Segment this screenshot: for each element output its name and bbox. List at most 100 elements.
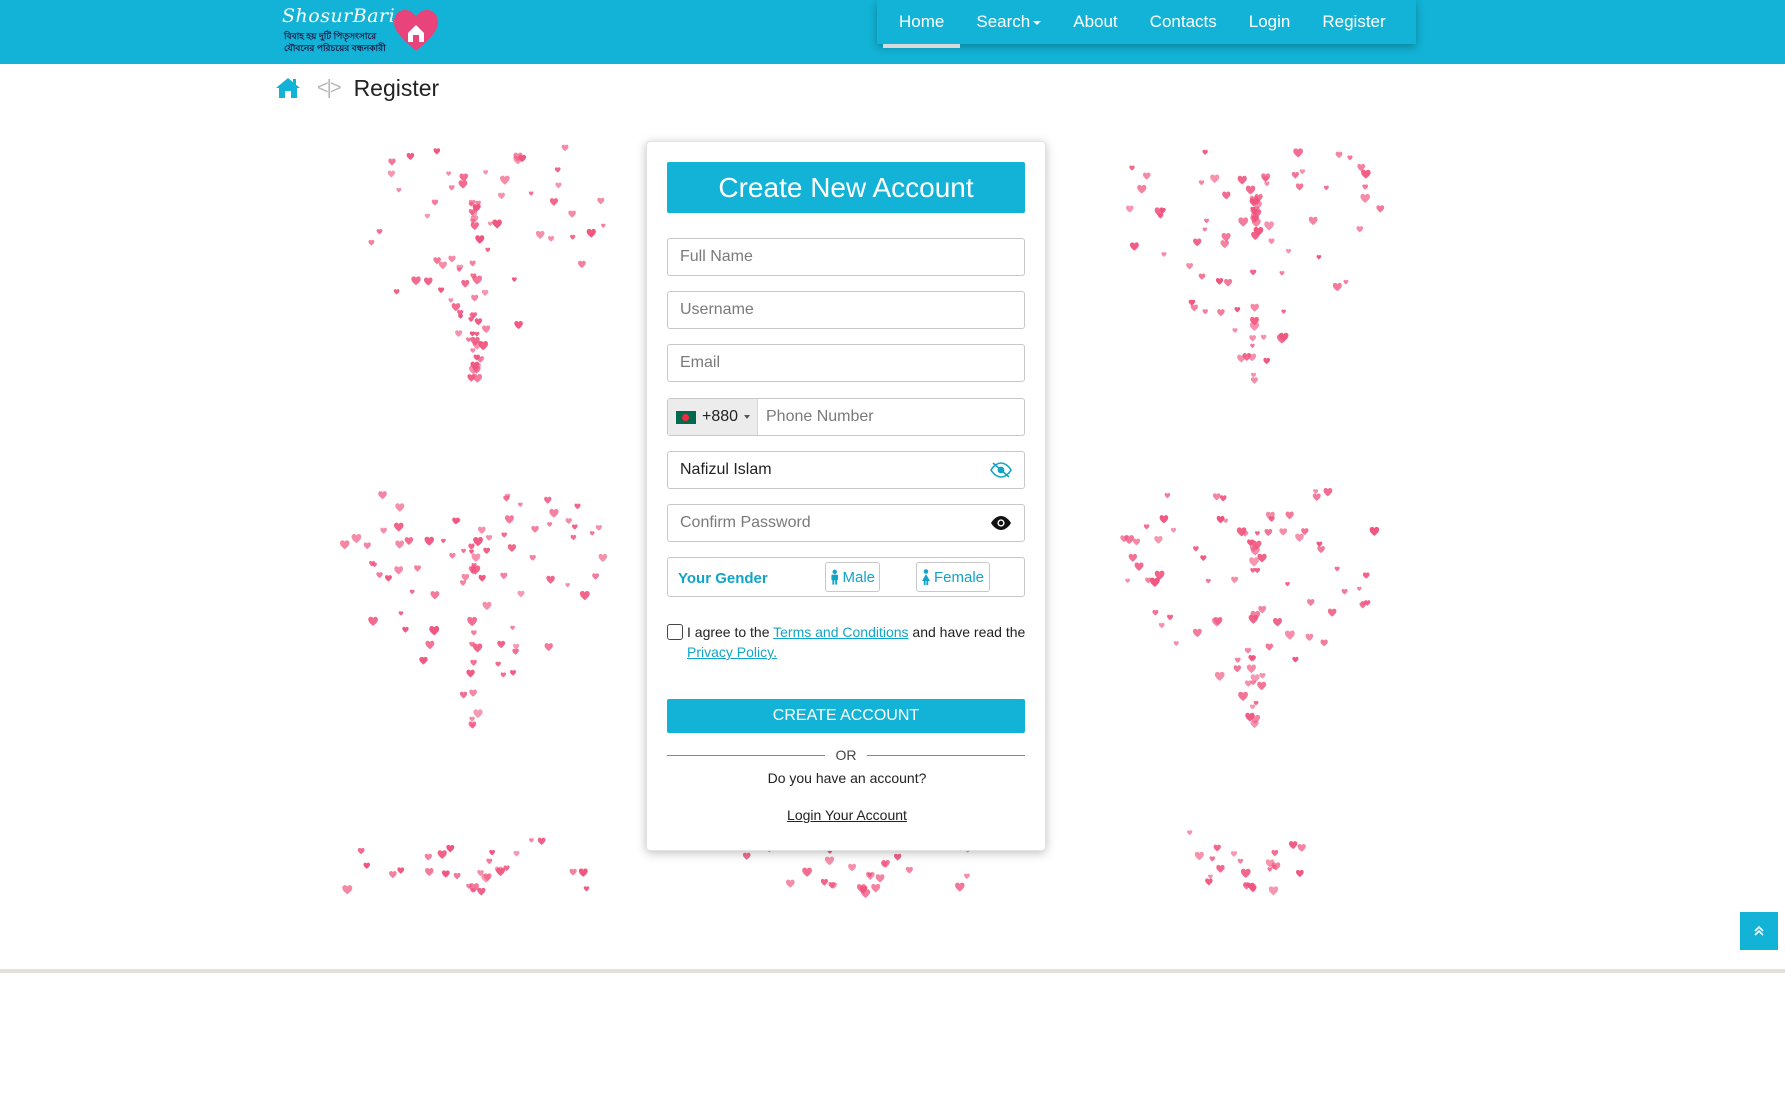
- heart-dot: [824, 856, 835, 866]
- heart-dot: [513, 643, 520, 650]
- heart-dot: [1288, 841, 1298, 850]
- site-logo[interactable]: ShosurBari বিবাহ হয় দুটি পিতৃসংসারে যৌব…: [282, 5, 442, 55]
- have-account-text: Do you have an account?: [767, 770, 927, 786]
- heart-dot: [1234, 657, 1241, 664]
- login-account-link[interactable]: Login Your Account: [647, 807, 1047, 823]
- heart-dot: [1285, 511, 1294, 520]
- eye-slash-icon[interactable]: [990, 461, 1012, 479]
- country-code-select[interactable]: +880: [668, 399, 758, 435]
- gender-male-button[interactable]: Male: [825, 562, 880, 592]
- heart-dot: [1362, 572, 1370, 579]
- confirm-password-input[interactable]: [668, 505, 1024, 541]
- gender-female-button[interactable]: Female: [916, 562, 990, 592]
- heart-dot: [1265, 643, 1274, 651]
- heart-dot: [388, 158, 396, 166]
- heart-dot: [1164, 493, 1171, 499]
- email-field: [667, 344, 1025, 382]
- nav-contacts[interactable]: Contacts: [1134, 0, 1233, 44]
- nav-home[interactable]: Home: [883, 0, 961, 48]
- heart-dot: [1317, 546, 1325, 554]
- nav-search[interactable]: Search: [960, 0, 1057, 44]
- heart-dot: [376, 572, 383, 579]
- heart-dot: [1143, 524, 1150, 530]
- password-field: [667, 451, 1025, 489]
- nav-about[interactable]: About: [1057, 0, 1133, 44]
- heart-dot: [1245, 185, 1256, 195]
- nav-register[interactable]: Register: [1306, 0, 1401, 44]
- heart-dot: [497, 640, 506, 649]
- eye-icon[interactable]: [990, 514, 1012, 532]
- heart-dot: [438, 261, 447, 270]
- heart-dot: [1238, 217, 1249, 227]
- heart-dot: [474, 318, 483, 326]
- heart-dot: [1190, 304, 1198, 312]
- nav-about-label: About: [1073, 12, 1118, 31]
- heart-dot: [478, 341, 489, 351]
- heart-dot: [1194, 851, 1204, 861]
- heart-dot: [1263, 357, 1271, 365]
- heart-dot: [474, 331, 480, 337]
- privacy-link[interactable]: Privacy Policy.: [687, 644, 777, 660]
- heart-dot: [1259, 672, 1266, 679]
- heart-dot: [495, 661, 501, 667]
- email-input[interactable]: [668, 345, 1024, 381]
- heart-dot: [1257, 553, 1267, 563]
- heart-dot: [395, 540, 405, 549]
- nav-login[interactable]: Login: [1233, 0, 1307, 44]
- heart-dot: [467, 374, 476, 382]
- heart-dot: [486, 858, 493, 865]
- heart-dot: [529, 838, 534, 843]
- heart-dot: [448, 298, 454, 303]
- password-input[interactable]: [668, 452, 1024, 488]
- heart-dot: [578, 260, 586, 269]
- heart-dot: [1161, 252, 1167, 257]
- create-account-button[interactable]: CREATE ACCOUNT: [667, 699, 1025, 733]
- heart-dot: [357, 847, 365, 855]
- scroll-to-top-button[interactable]: [1740, 912, 1778, 950]
- heart-dot: [469, 260, 476, 267]
- dial-code: +880: [702, 408, 739, 425]
- heart-dot: [1250, 567, 1256, 573]
- heart-dot: [554, 167, 561, 173]
- heart-dot: [1334, 566, 1340, 572]
- terms-checkbox[interactable]: [667, 624, 683, 640]
- heart-dot: [1357, 586, 1362, 591]
- heart-dot: [489, 849, 495, 856]
- heart-dot: [1296, 869, 1304, 878]
- heart-dot: [1198, 273, 1206, 280]
- username-input[interactable]: [668, 292, 1024, 328]
- heart-dot: [461, 548, 466, 554]
- heart-dot: [1223, 278, 1233, 287]
- heart-dot: [1158, 622, 1165, 629]
- heart-dot: [1142, 172, 1151, 180]
- heart-dot: [431, 199, 439, 206]
- heart-dot: [1254, 567, 1261, 574]
- heart-dot: [528, 191, 534, 196]
- heart-dot: [1204, 218, 1210, 224]
- heart-dot: [340, 540, 350, 550]
- heart-dot: [1230, 851, 1238, 857]
- heart-dot: [472, 643, 483, 653]
- heart-dot: [473, 536, 483, 547]
- heart-dot: [1126, 205, 1134, 213]
- heart-dot: [500, 572, 508, 580]
- full-name-input[interactable]: [668, 239, 1024, 275]
- heart-dot: [1260, 334, 1267, 340]
- heart-dot: [1356, 226, 1364, 233]
- terms-link[interactable]: Terms and Conditions: [773, 624, 908, 640]
- heart-dot: [547, 522, 553, 527]
- heart-dot: [894, 853, 902, 861]
- heart-dot: [376, 229, 383, 235]
- home-icon[interactable]: [275, 76, 301, 100]
- heart-dot: [1250, 303, 1259, 312]
- heart-dot: [570, 234, 576, 240]
- gender-male-label: Male: [842, 568, 875, 586]
- heart-dot: [482, 325, 491, 333]
- heart-dot: [459, 691, 468, 699]
- register-card: Create New Account +880 Your Gend: [646, 141, 1046, 851]
- heart-dot: [477, 526, 486, 534]
- heart-dot: [1323, 487, 1333, 497]
- heart-dot: [512, 648, 519, 655]
- heart-dot: [537, 837, 546, 845]
- heart-dot: [389, 871, 397, 879]
